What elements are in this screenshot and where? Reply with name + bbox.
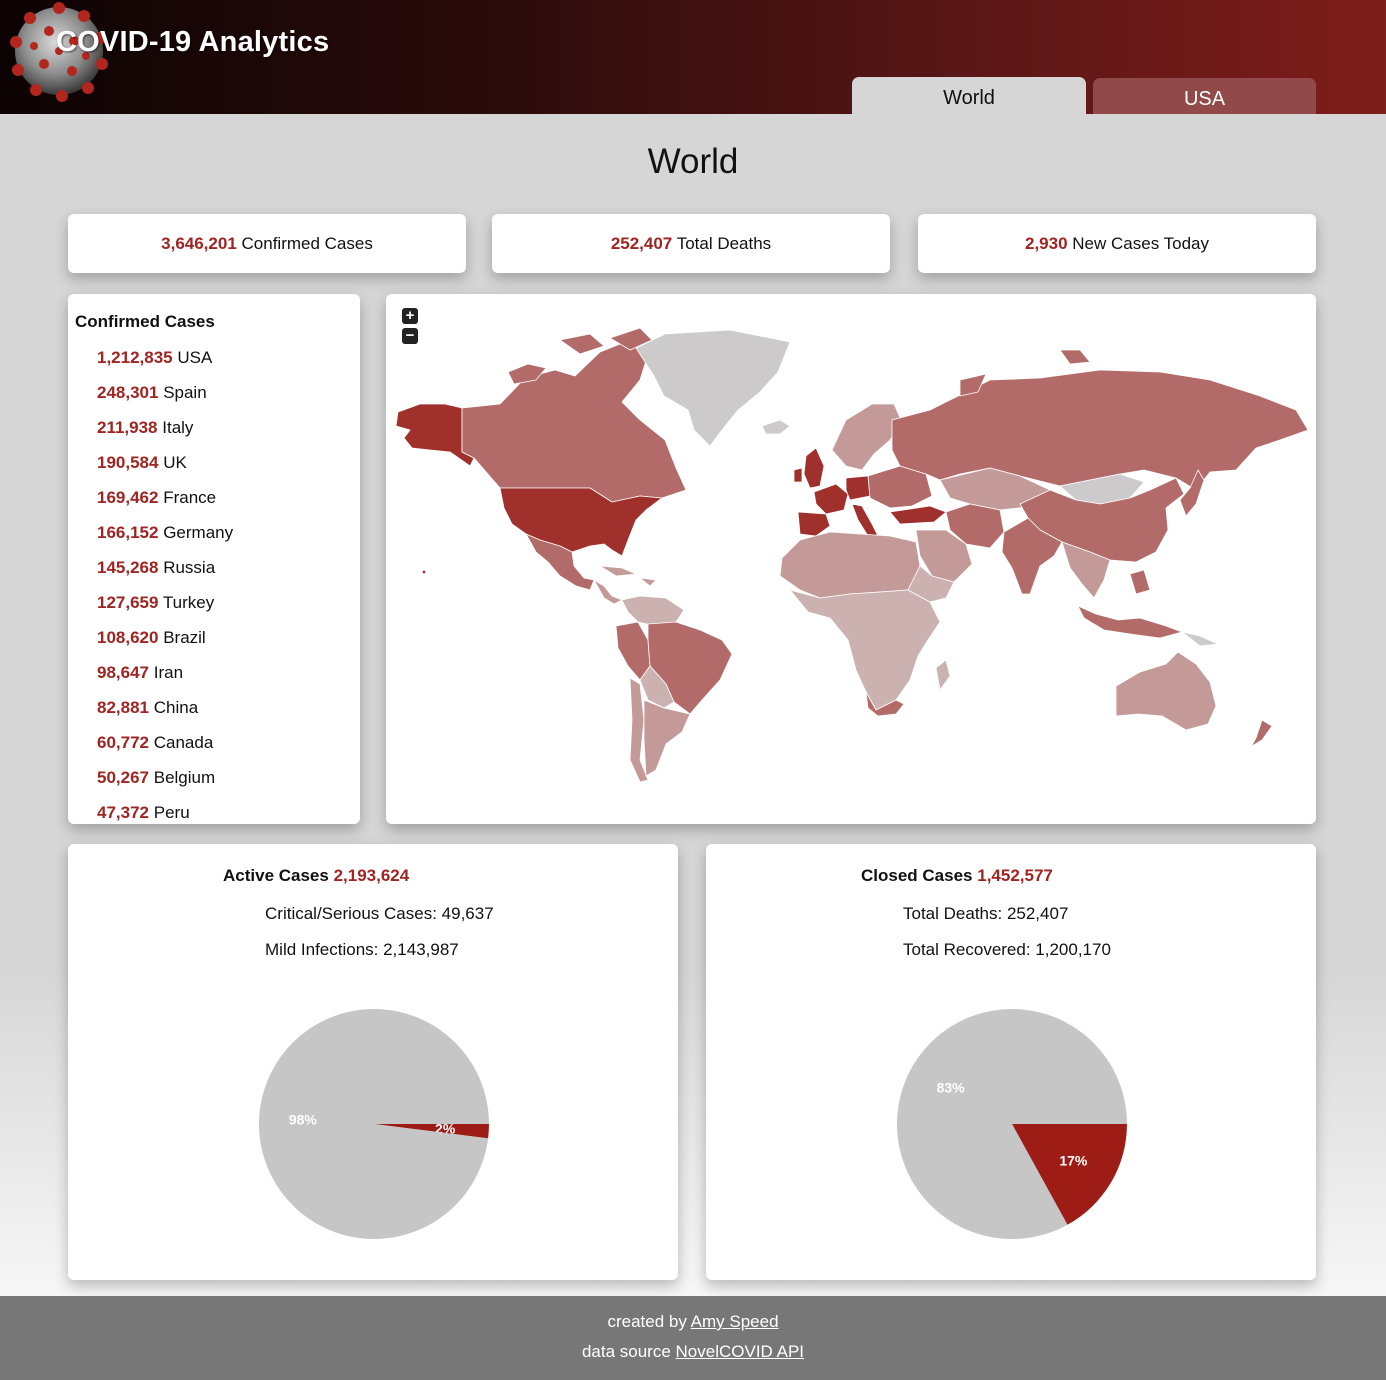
case-count: 82,881: [97, 698, 149, 717]
world-map[interactable]: [386, 294, 1316, 824]
list-item: 248,301 Spain: [97, 381, 233, 416]
stat-value: 3,646,201: [161, 234, 237, 253]
page-title: World: [647, 142, 739, 181]
map-region-new-zealand[interactable]: [1247, 719, 1273, 753]
source-prefix: data source: [581, 1342, 671, 1361]
country-name: Spain: [163, 383, 207, 402]
map-region-argentina[interactable]: [643, 699, 691, 777]
case-count: 108,620: [97, 628, 159, 647]
case-count: 145,268: [97, 558, 159, 577]
case-count: 169,462: [97, 488, 159, 507]
list-title: Confirmed Cases: [75, 312, 215, 331]
pie-slice-label: 98%: [289, 1112, 318, 1128]
country-name: USA: [177, 348, 213, 367]
pie-slice-label: 17%: [1059, 1152, 1088, 1168]
active-cases-panel: Active Cases 2,193,624 Critical/Serious …: [68, 844, 678, 1280]
case-count: 1,212,835: [97, 348, 173, 367]
stat-label: Total Deaths: [676, 234, 772, 253]
country-name: Peru: [153, 803, 190, 822]
map-region-peru[interactable]: [615, 621, 651, 681]
map-region-germany[interactable]: [845, 475, 871, 501]
case-count: 166,152: [97, 523, 159, 542]
case-count: 60,772: [97, 733, 149, 752]
country-list: 1,212,835 USA 248,301 Spain 211,938 Italy 1…: [97, 346, 233, 824]
tab-world[interactable]: World: [852, 77, 1086, 114]
case-count: 50,267: [97, 768, 149, 787]
map-region-scandinavia[interactable]: [831, 403, 903, 471]
confirmed-cases-stat: 3,646,201 Confirmed Cases: [68, 214, 466, 273]
case-count: 47,372: [97, 803, 149, 822]
country-name: France: [163, 488, 217, 507]
map-region-russia[interactable]: [891, 369, 1309, 491]
case-count: 211,938: [97, 418, 158, 437]
map-region-central-africa[interactable]: [789, 589, 941, 711]
list-item: 1,212,835 USA: [97, 346, 233, 381]
list-item: 145,268 Russia: [97, 556, 233, 591]
country-name: UK: [163, 453, 187, 472]
country-name: Turkey: [162, 593, 215, 612]
map-region-spain[interactable]: [797, 511, 831, 537]
list-item: 60,772 Canada: [97, 731, 233, 766]
list-item: 98,647 Iran: [97, 661, 233, 696]
list-item: 211,938 Italy: [97, 416, 233, 451]
country-name: Germany: [163, 523, 234, 542]
case-count: 248,301: [97, 383, 159, 402]
footer-credit: created by Amy Speed: [0, 1312, 1386, 1332]
case-count: 98,647: [97, 663, 149, 682]
country-name: China: [153, 698, 199, 717]
list-item: 190,584 UK: [97, 451, 233, 486]
country-name: Brazil: [163, 628, 206, 647]
map-region-usa[interactable]: [499, 487, 663, 557]
app-header: COVID-19 Analytics World USA: [0, 0, 1386, 114]
map-region-central-america[interactable]: [593, 579, 623, 605]
case-count: 190,584: [97, 453, 159, 472]
confirmed-cases-list-panel[interactable]: Confirmed Cases 1,212,835 USA 248,301 Spa…: [68, 294, 360, 824]
stat-label: Confirmed Cases: [241, 234, 373, 253]
map-region-turkey[interactable]: [889, 505, 947, 525]
tab-usa[interactable]: USA: [1093, 78, 1316, 114]
country-name: Russia: [163, 558, 216, 577]
total-deaths-stat: 252,407 Total Deaths: [492, 214, 890, 273]
footer-source: data source NovelCOVID API: [0, 1342, 1386, 1362]
country-name: Canada: [153, 733, 214, 752]
stat-label: New Cases Today: [1072, 234, 1209, 253]
map-region-uk[interactable]: [793, 447, 825, 489]
map-region-madagascar[interactable]: [935, 659, 951, 691]
closed-cases-panel: Closed Cases 1,452,577 Total Deaths: 252…: [706, 844, 1316, 1280]
list-item: 50,267 Belgium: [97, 766, 233, 801]
list-item: 166,152 Germany: [97, 521, 233, 556]
footer: created by Amy Speed data source NovelCO…: [0, 1296, 1386, 1380]
list-item: 82,881 China: [97, 696, 233, 731]
list-item: 108,620 Brazil: [97, 626, 233, 661]
closed-cases-pie-chart: 17% 83%: [897, 1009, 1127, 1239]
country-name: Italy: [162, 418, 194, 437]
map-region-italy[interactable]: [851, 503, 879, 537]
source-link[interactable]: NovelCOVID API: [676, 1342, 805, 1361]
map-region-iceland[interactable]: [761, 419, 791, 435]
case-count: 127,659: [97, 593, 159, 612]
map-region-north-south-america[interactable]: [621, 595, 685, 627]
world-map-panel[interactable]: + −: [386, 294, 1316, 824]
map-region-papua[interactable]: [1181, 631, 1219, 647]
map-region-hawaii[interactable]: [422, 570, 426, 574]
pie-slice-label: 83%: [937, 1080, 966, 1096]
map-region-north-africa[interactable]: [779, 531, 921, 599]
country-name: Belgium: [153, 768, 216, 787]
author-link[interactable]: Amy Speed: [691, 1312, 779, 1331]
credit-prefix: created by: [607, 1312, 687, 1331]
map-region-france[interactable]: [813, 483, 849, 515]
map-region-australia[interactable]: [1115, 651, 1217, 731]
list-item: 127,659 Turkey: [97, 591, 233, 626]
stat-value: 252,407: [610, 234, 673, 253]
stat-value: 2,930: [1025, 234, 1068, 253]
list-item: 169,462 France: [97, 486, 233, 521]
active-cases-pie-chart: 2%98%: [258, 1009, 489, 1240]
map-region-caribbean[interactable]: [599, 565, 657, 587]
app-title: COVID-19 Analytics: [56, 26, 330, 58]
list-item: 47,372 Peru: [97, 801, 233, 824]
country-name: Iran: [153, 663, 184, 682]
new-cases-stat: 2,930 New Cases Today: [918, 214, 1316, 273]
